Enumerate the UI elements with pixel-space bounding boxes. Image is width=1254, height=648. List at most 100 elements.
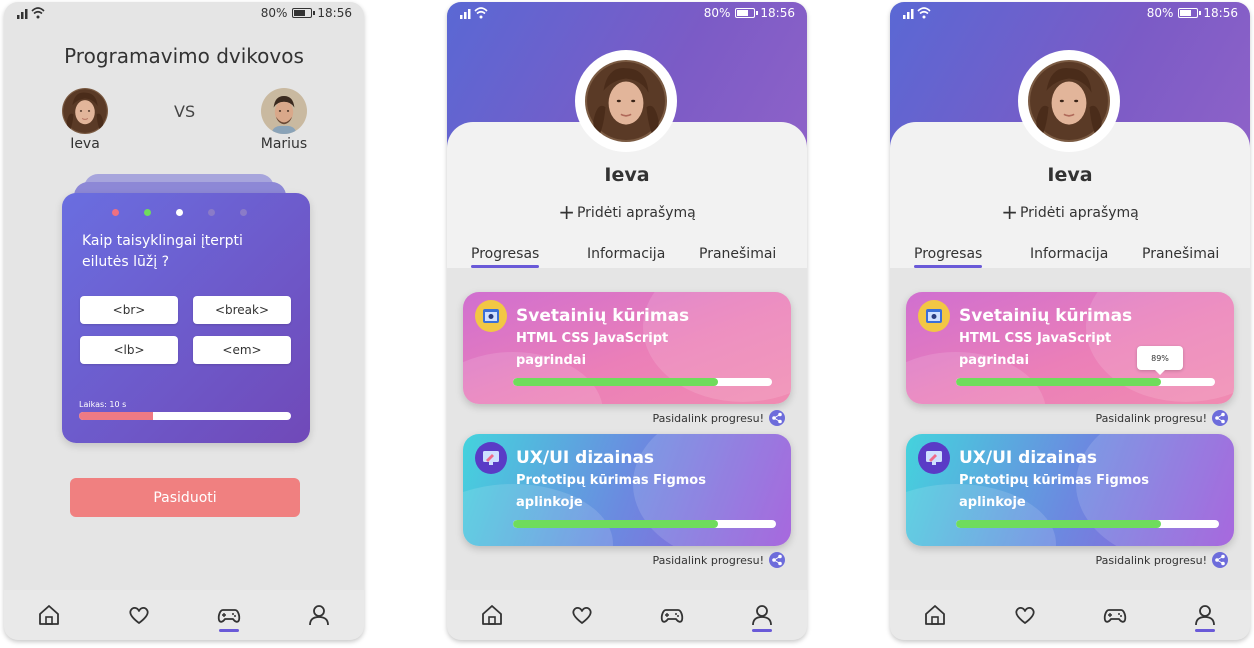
add-description-label: Pridėti aprašymą: [1019, 205, 1139, 221]
tab-information[interactable]: Informacija: [1030, 246, 1108, 262]
gamepad-icon: [659, 602, 685, 628]
nav-profile[interactable]: [1185, 595, 1225, 635]
gamepad-icon: [1102, 602, 1128, 628]
add-description-button[interactable]: + Pridėti aprašymą: [890, 200, 1250, 224]
nav-games[interactable]: [1095, 595, 1135, 635]
course-progress-fill: [513, 378, 718, 386]
nav-home[interactable]: [472, 595, 512, 635]
clock: 18:56: [317, 6, 352, 20]
progress-dot: [144, 209, 151, 216]
nav-games[interactable]: [209, 595, 249, 635]
nav-home[interactable]: [915, 595, 955, 635]
browser-icon: [918, 300, 950, 332]
progress-dot: [208, 209, 215, 216]
answer-button[interactable]: <lb>: [80, 336, 178, 364]
progress-tooltip: 89%: [1137, 346, 1183, 375]
question-progress-dots: [112, 209, 247, 216]
course-progress-fill: [956, 378, 1161, 386]
nav-favorites[interactable]: [1005, 595, 1045, 635]
heart-icon: [569, 602, 595, 628]
share-progress-link[interactable]: Pasidalink progresu!: [653, 552, 785, 568]
course-subtitle: HTML CSS JavaScript pagrindai: [516, 331, 669, 368]
battery-icon: [735, 8, 759, 18]
tab-progress[interactable]: Progresas: [471, 246, 540, 268]
course-card-ux[interactable]: UX/UI dizainas Prototipų kūrimas Figmos …: [463, 434, 791, 546]
course-title: Svetainių kūrimas: [516, 306, 690, 326]
share-progress-link[interactable]: Pasidalink progresu!: [653, 410, 785, 426]
share-icon: [769, 552, 785, 568]
give-up-button[interactable]: Pasiduoti: [70, 478, 300, 517]
share-progress-link[interactable]: Pasidalink progresu!: [1096, 410, 1228, 426]
course-card-ux[interactable]: UX/UI dizainas Prototipų kūrimas Figmos …: [906, 434, 1234, 546]
course-subtitle: Prototipų kūrimas Figmos aplinkoje: [959, 473, 1149, 510]
nav-profile[interactable]: [299, 595, 339, 635]
answer-button[interactable]: <break>: [193, 296, 291, 324]
timer-bar: [79, 412, 291, 420]
progress-dot: [176, 209, 183, 216]
nav-profile[interactable]: [742, 595, 782, 635]
heart-icon: [126, 602, 152, 628]
plus-icon: +: [1001, 200, 1018, 224]
progress-dot: [112, 209, 119, 216]
course-card-web[interactable]: Svetainių kūrimas HTML CSS JavaScript pa…: [463, 292, 791, 404]
status-bar: 80% 18:56: [890, 2, 1250, 26]
profile-screen: 80% 18:56 Ieva + Pridėti aprašymą Progres…: [447, 2, 807, 640]
nav-favorites[interactable]: [562, 595, 602, 635]
course-progress-fill: [956, 520, 1162, 528]
course-subtitle: HTML CSS JavaScript pagrindai: [959, 331, 1112, 368]
design-icon: [475, 442, 507, 474]
battery-icon: [1178, 8, 1202, 18]
bottom-nav: [890, 590, 1250, 640]
course-title: UX/UI dizainas: [516, 448, 655, 468]
heart-icon: [1012, 602, 1038, 628]
course-title: UX/UI dizainas: [959, 448, 1098, 468]
add-description-button[interactable]: + Pridėti aprašymą: [447, 200, 807, 224]
timer-fill: [79, 412, 154, 420]
nav-games[interactable]: [652, 595, 692, 635]
battery-icon: [292, 8, 316, 18]
add-description-label: Pridėti aprašymą: [576, 205, 696, 221]
avatar[interactable]: [1018, 50, 1120, 152]
user-icon: [749, 602, 775, 628]
signal-wifi-icon: [902, 5, 932, 19]
battery-percent: 80%: [260, 6, 288, 20]
home-icon: [36, 602, 62, 628]
tab-notifications[interactable]: Pranešimai: [1142, 246, 1219, 262]
answer-button[interactable]: <br>: [80, 296, 178, 324]
home-icon: [479, 602, 505, 628]
player-one: Ieva: [50, 88, 120, 152]
profile-name: Ieva: [604, 164, 650, 186]
nav-home[interactable]: [29, 595, 69, 635]
nav-favorites[interactable]: [119, 595, 159, 635]
tab-information[interactable]: Informacija: [587, 246, 665, 262]
share-icon: [1212, 552, 1228, 568]
avatar: [62, 88, 108, 134]
tab-notifications[interactable]: Pranešimai: [699, 246, 776, 262]
question-card: Kaip taisyklingai įterpti eilutės lūžį ?…: [62, 193, 310, 443]
avatar: [261, 88, 307, 134]
timer-label: Laikas: 10 s: [79, 400, 127, 409]
course-subtitle: Prototipų kūrimas Figmos aplinkoje: [516, 473, 706, 510]
tab-progress[interactable]: Progresas: [914, 246, 983, 268]
home-icon: [922, 602, 948, 628]
course-card-web[interactable]: Svetainių kūrimas HTML CSS JavaScript pa…: [906, 292, 1234, 404]
page-title: Programavimo dvikovos: [64, 44, 304, 68]
player-two: Marius: [249, 88, 319, 152]
profile-name: Ieva: [1047, 164, 1093, 186]
course-progress-bar: [513, 378, 772, 386]
course-progress-bar: [513, 520, 776, 528]
player-one-name: Ieva: [70, 136, 100, 152]
status-bar: 80% 18:56: [447, 2, 807, 26]
share-label: Pasidalink progresu!: [1095, 553, 1207, 567]
share-progress-link[interactable]: Pasidalink progresu!: [1096, 552, 1228, 568]
avatar[interactable]: [575, 50, 677, 152]
share-icon: [1212, 410, 1228, 426]
signal-wifi-icon: [459, 5, 489, 19]
answer-button[interactable]: <em>: [193, 336, 291, 364]
browser-icon: [475, 300, 507, 332]
plus-icon: +: [558, 200, 575, 224]
user-icon: [306, 602, 332, 628]
clock: 18:56: [1203, 6, 1238, 20]
status-bar: 80% 18:56: [4, 2, 364, 26]
gamepad-icon: [216, 602, 242, 628]
